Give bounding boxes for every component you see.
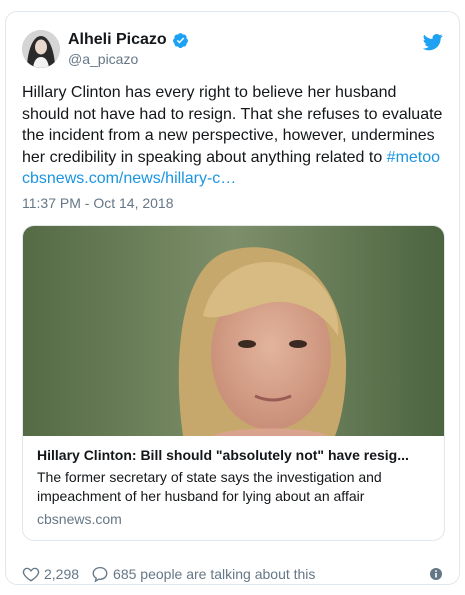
author-name[interactable]: Alheli Picazo — [68, 31, 167, 49]
tweet-text: Hillary Clinton has every right to belie… — [22, 82, 447, 190]
tweet-footer: 2,298 685 people are talking about this — [22, 564, 443, 584]
comment-icon — [92, 566, 108, 583]
info-icon[interactable] — [429, 567, 443, 581]
card-title: Hillary Clinton: Bill should "absolutely… — [37, 447, 409, 463]
tweet-body: Hillary Clinton has every right to belie… — [22, 84, 443, 166]
verified-badge-icon — [172, 32, 189, 49]
like-action[interactable]: 2,298 — [22, 565, 79, 583]
article-link[interactable]: cbsnews.com/news/hillary-c… — [22, 170, 236, 187]
talking-text: 685 people are talking about this — [113, 566, 316, 582]
card-description: The former secretary of state says the i… — [37, 469, 382, 504]
twitter-bird-icon[interactable] — [422, 32, 443, 52]
hashtag-link[interactable]: #metoo — [387, 149, 440, 166]
card-image — [23, 226, 444, 436]
author-names[interactable]: Alheli Picazo @a_picazo — [68, 31, 189, 67]
heart-icon — [22, 567, 40, 582]
link-card[interactable]: Hillary Clinton: Bill should "absolutely… — [22, 225, 445, 541]
comment-action[interactable]: 685 people are talking about this — [91, 565, 315, 583]
tweet-embed: Alheli Picazo @a_picazo Hillary Clinton … — [5, 11, 460, 585]
avatar[interactable] — [22, 30, 60, 68]
card-body: Hillary Clinton: Bill should "absolutely… — [23, 436, 444, 527]
tweet-header: Alheli Picazo @a_picazo — [22, 30, 443, 70]
tweet-timestamp[interactable]: 11:37 PM - Oct 14, 2018 — [22, 195, 174, 211]
author-handle[interactable]: @a_picazo — [68, 51, 189, 67]
card-domain: cbsnews.com — [37, 511, 122, 527]
like-count: 2,298 — [44, 566, 80, 582]
